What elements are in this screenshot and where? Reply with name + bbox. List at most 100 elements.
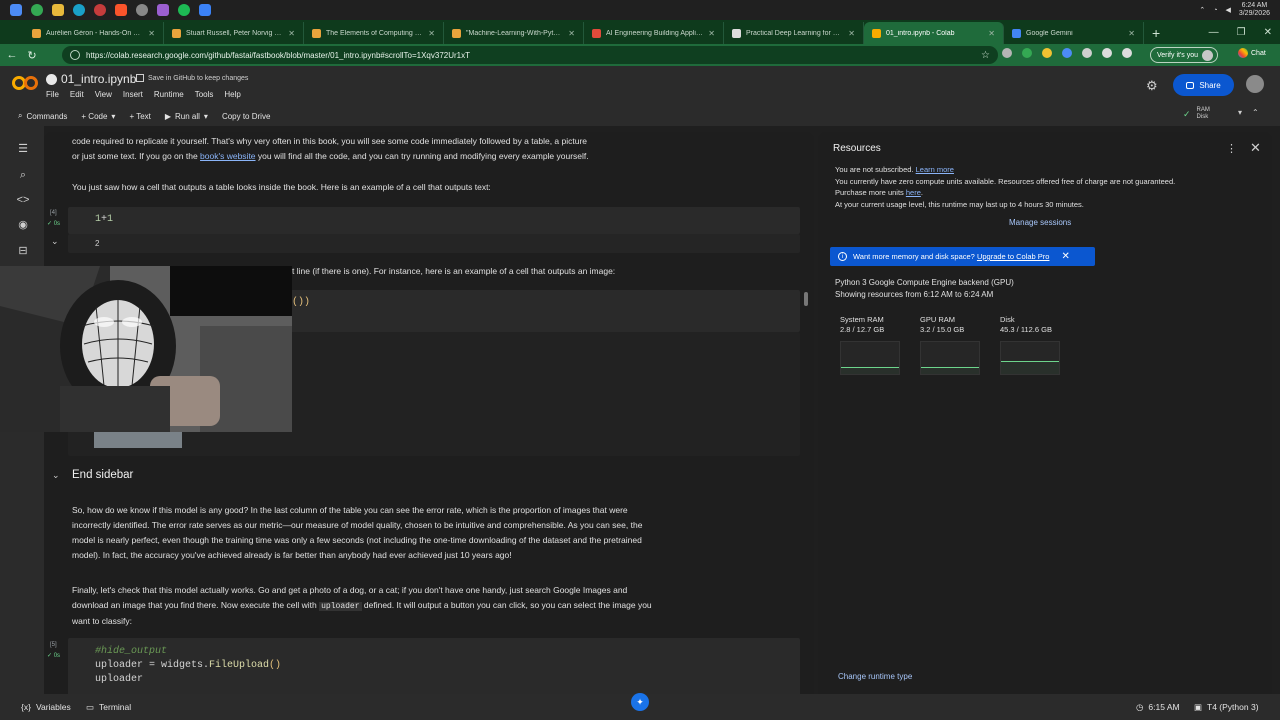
menu-item-runtime[interactable]: Runtime <box>154 90 184 99</box>
collapse-toolbar-icon[interactable]: ⌃ <box>1252 108 1259 117</box>
edge-icon[interactable] <box>73 4 85 16</box>
browser-tab[interactable]: Aurélien Géron - Hands-On Machi ✕ <box>24 22 164 44</box>
windows-start-icon[interactable] <box>10 4 22 16</box>
tab-close-icon[interactable]: ✕ <box>988 29 995 38</box>
browser-tab[interactable]: AI Engineering Building Applicatio ✕ <box>584 22 724 44</box>
menu-item-tools[interactable]: Tools <box>195 90 214 99</box>
section-collapse-icon[interactable]: ⌄ <box>52 470 60 481</box>
file-explorer-icon[interactable] <box>52 4 64 16</box>
ram-disk-indicator[interactable]: ✓ RAM Disk <box>1183 107 1210 121</box>
gemini-fab-button[interactable]: ✦ <box>631 693 649 711</box>
output-collapse-icon[interactable]: ⌄ <box>51 236 59 247</box>
table-of-contents-icon[interactable]: ☰ <box>16 142 30 156</box>
notebook-title[interactable]: 01_intro.ipynb <box>46 72 136 86</box>
split-icon[interactable] <box>1122 48 1132 58</box>
back-icon[interactable]: ← <box>2 49 22 61</box>
variables-button[interactable]: {x} Variables <box>21 702 71 712</box>
browser-tab[interactable]: Google Gemini ✕ <box>1004 22 1144 44</box>
cell-2-code[interactable]: ()) <box>292 297 310 308</box>
purchase-here-link[interactable]: here <box>906 188 921 197</box>
upgrade-colab-pro-link[interactable]: Upgrade to Colab Pro <box>977 252 1050 261</box>
terminal-button[interactable]: ▭ Terminal <box>86 702 131 713</box>
extension-icon-3[interactable] <box>1042 48 1052 58</box>
extension-icon-1[interactable] <box>1002 48 1012 58</box>
find-icon[interactable]: ⌕ <box>16 168 30 182</box>
extension-icon-5[interactable] <box>1082 48 1092 58</box>
menu-item-insert[interactable]: Insert <box>123 90 143 99</box>
browser-tab[interactable]: 01_intro.ipynb - Colab ✕ <box>864 22 1004 44</box>
tray-chevron-icon[interactable]: ⌃ <box>1199 6 1205 14</box>
puzzle-icon[interactable] <box>1102 48 1112 58</box>
runtime-status[interactable]: ▣ T4 (Python 3) <box>1194 702 1259 713</box>
last-execution-time[interactable]: ◷ 6:15 AM <box>1136 702 1180 713</box>
new-tab-icon[interactable]: + <box>1144 22 1168 44</box>
books-website-link[interactable]: book's website <box>200 151 256 161</box>
spotify-icon[interactable] <box>178 4 190 16</box>
files-icon[interactable]: ⊟ <box>16 244 30 258</box>
close-window-icon[interactable]: ✕ <box>1264 27 1272 38</box>
tab-close-icon[interactable]: ✕ <box>1128 29 1135 38</box>
learn-more-link[interactable]: Learn more <box>916 165 954 174</box>
browser-tab[interactable]: "Machine-Learning-With-Pytorch ✕ <box>444 22 584 44</box>
tab-close-icon[interactable]: ✕ <box>288 29 295 38</box>
app-icon[interactable] <box>94 4 106 16</box>
system-clock[interactable]: 6:24 AM 3/29/2026 <box>1239 2 1270 18</box>
menu-item-edit[interactable]: Edit <box>70 90 84 99</box>
tab-close-icon[interactable]: ✕ <box>848 29 855 38</box>
app-icon-3[interactable] <box>199 4 211 16</box>
cell-3-code[interactable]: #hide_output uploader = widgets.FileUplo… <box>95 646 281 685</box>
tab-close-icon[interactable]: ✕ <box>708 29 715 38</box>
settings-icon[interactable] <box>136 4 148 16</box>
paragraph-check-model: Finally, let's check that this model act… <box>72 583 662 629</box>
verify-profile-button[interactable]: Verify it's you <box>1150 47 1219 63</box>
settings-gear-icon[interactable]: ⚙ <box>1146 78 1158 94</box>
cell-scrollbar[interactable] <box>804 292 808 306</box>
minimize-icon[interactable]: — <box>1209 27 1219 38</box>
wifi-icon[interactable]: ◔ <box>1213 7 1217 14</box>
browser-tab[interactable]: Stuart Russell, Peter Norvig - Artifi ✕ <box>164 22 304 44</box>
runtime-chevron-icon[interactable]: ▾ <box>1238 108 1242 117</box>
app-icon-2[interactable] <box>157 4 169 16</box>
site-info-icon[interactable] <box>70 50 80 60</box>
tab-close-icon[interactable]: ✕ <box>428 29 435 38</box>
change-runtime-type-link[interactable]: Change runtime type <box>838 672 912 681</box>
omnibox[interactable]: https://colab.research.google.com/github… <box>62 46 998 64</box>
chrome-icon[interactable] <box>31 4 43 16</box>
more-options-icon[interactable]: ⋮ <box>1226 142 1237 155</box>
menu-item-file[interactable]: File <box>46 90 59 99</box>
colab-logo-icon[interactable] <box>12 75 38 91</box>
share-button[interactable]: Share <box>1173 74 1234 96</box>
notebook-title-text: 01_intro.ipynb <box>61 72 137 86</box>
manage-sessions-link[interactable]: Manage sessions <box>1009 218 1071 227</box>
code-cell-3[interactable]: #hide_output uploader = widgets.FileUplo… <box>68 638 800 694</box>
cell-3-run-status[interactable]: ✓ 0s <box>47 652 60 659</box>
code-cell-1[interactable]: 1+1 <box>68 207 800 234</box>
browser-tab[interactable]: The Elements of Computing Syste ✕ <box>304 22 444 44</box>
tab-close-icon[interactable]: ✕ <box>148 29 155 38</box>
copy-to-drive-button[interactable]: Copy to Drive <box>222 112 270 121</box>
brave-icon[interactable] <box>115 4 127 16</box>
add-code-button[interactable]: + Code ▾ <box>81 112 115 121</box>
close-panel-icon[interactable]: ✕ <box>1250 140 1261 156</box>
add-text-button[interactable]: + Text <box>129 112 150 121</box>
gemini-chat-button[interactable]: Chat <box>1238 48 1266 58</box>
cell-1-code[interactable]: 1+1 <box>95 214 113 225</box>
reload-icon[interactable]: ↻ <box>22 49 42 62</box>
maximize-icon[interactable]: ❐ <box>1237 27 1246 38</box>
extension-icon-4[interactable] <box>1062 48 1072 58</box>
tab-close-icon[interactable]: ✕ <box>568 29 575 38</box>
menu-item-help[interactable]: Help <box>224 90 240 99</box>
bookmark-star-icon[interactable]: ☆ <box>981 50 990 61</box>
volume-icon[interactable]: ◀ <box>1225 6 1230 14</box>
secrets-icon[interactable]: ◉ <box>16 218 30 232</box>
browser-tab[interactable]: Practical Deep Learning for Coders ✕ <box>724 22 864 44</box>
dismiss-banner-icon[interactable]: ✕ <box>1061 251 1069 262</box>
extension-icon-2[interactable] <box>1022 48 1032 58</box>
account-avatar[interactable] <box>1246 75 1264 93</box>
code-snippets-icon[interactable]: <> <box>16 193 30 207</box>
cell-1-run-status[interactable]: ✓ 0s <box>47 220 60 227</box>
commands-button[interactable]: ⌕ Commands <box>18 111 67 121</box>
menu-item-view[interactable]: View <box>95 90 112 99</box>
save-github-link[interactable]: Save in GitHub to keep changes <box>136 74 248 82</box>
run-all-button[interactable]: ▶ Run all ▾ <box>165 112 208 121</box>
